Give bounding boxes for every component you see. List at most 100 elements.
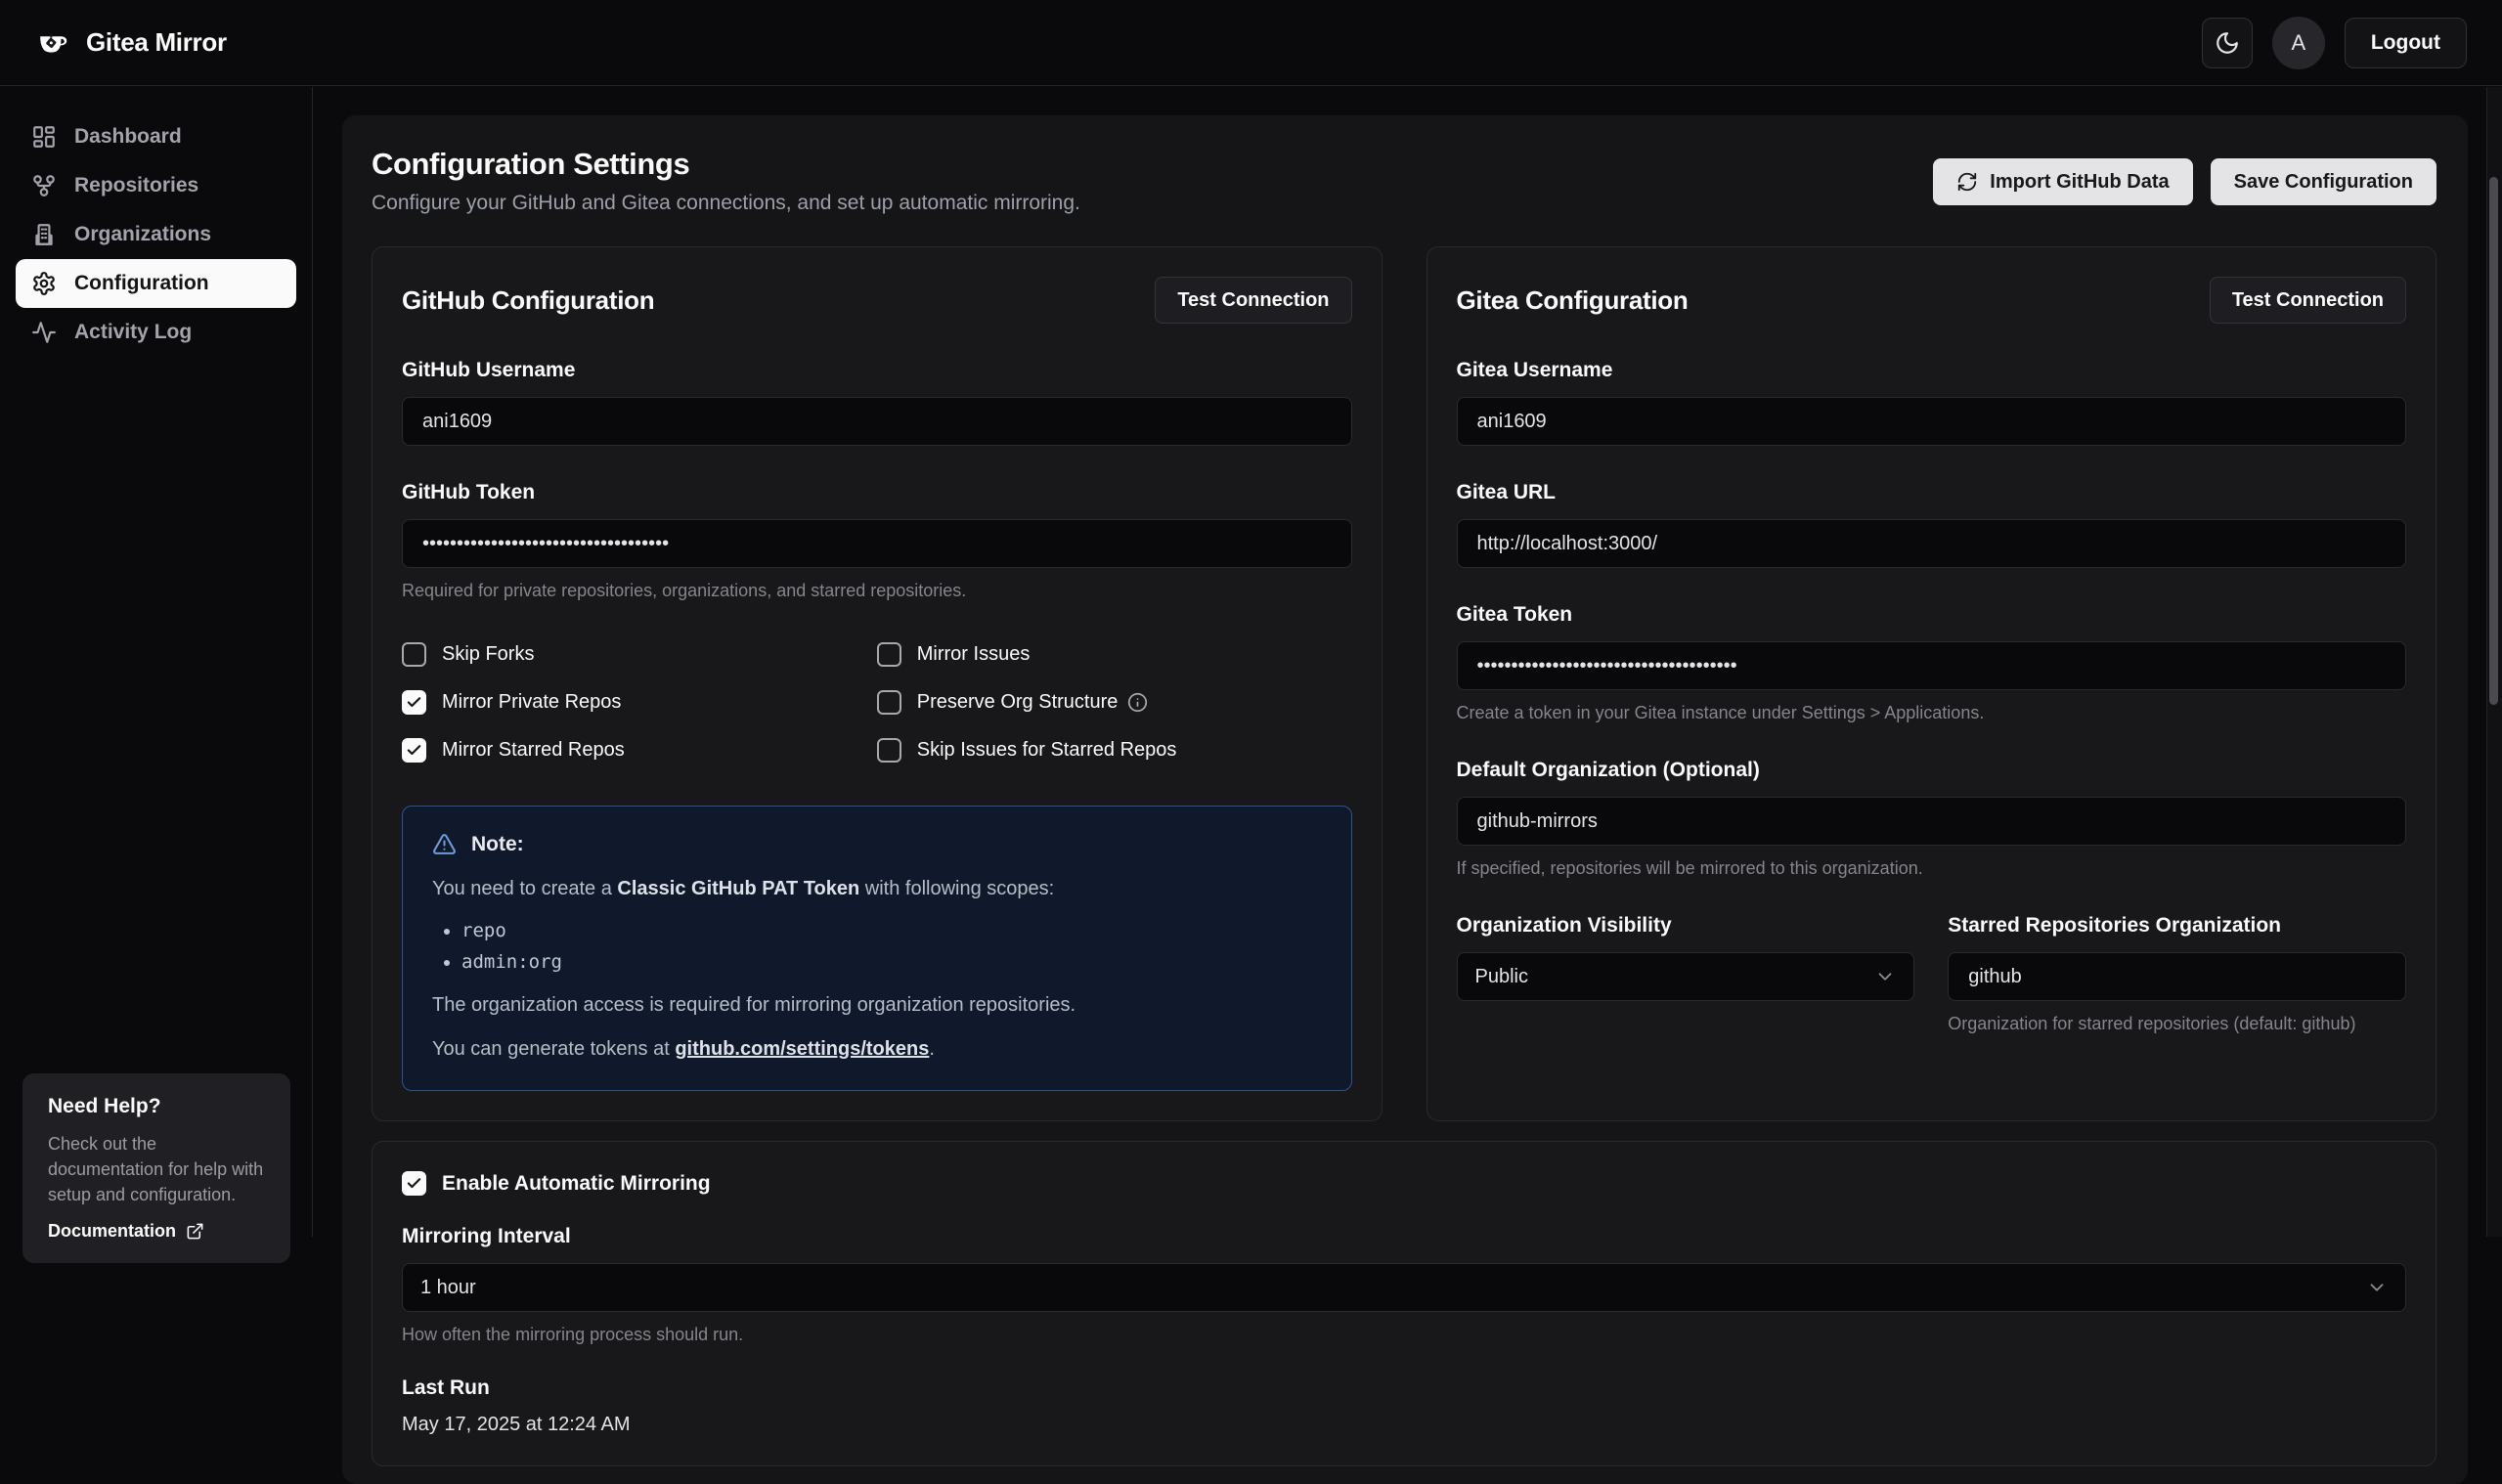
sidebar-item-dashboard[interactable]: Dashboard: [16, 112, 296, 161]
checkbox-unchecked-icon: [402, 642, 426, 667]
starred-org-input[interactable]: [1948, 952, 2406, 1001]
dashboard-icon: [31, 124, 57, 150]
chevron-down-icon: [2366, 1277, 2388, 1298]
gitea-configuration-card: Gitea Configuration Test Connection Gite…: [1427, 246, 2437, 1121]
sidebar-nav: Dashboard Repositories Organizations Con…: [0, 87, 313, 1237]
user-avatar[interactable]: A: [2272, 17, 2325, 69]
checkbox-mirror-starred-repos[interactable]: Mirror Starred Repos: [402, 738, 877, 763]
page-subtitle: Configure your GitHub and Gitea connecti…: [372, 192, 1080, 215]
default-org-helper: If specified, repositories will be mirro…: [1457, 858, 2407, 879]
sidebar-item-label: Activity Log: [74, 321, 192, 344]
sidebar-item-label: Repositories: [74, 174, 198, 197]
checkbox-checked-icon: [402, 1171, 426, 1196]
mirroring-interval-helper: How often the mirroring process should r…: [402, 1325, 2406, 1345]
sidebar-item-configuration[interactable]: Configuration: [16, 259, 296, 308]
sidebar-item-activity-log[interactable]: Activity Log: [16, 308, 296, 357]
external-link-icon: [186, 1222, 204, 1241]
github-token-label: GitHub Token: [402, 481, 1352, 504]
checkbox-preserve-org-structure[interactable]: Preserve Org Structure: [877, 690, 1352, 715]
starred-org-label: Starred Repositories Organization: [1948, 914, 2406, 938]
brand: Gitea Mirror: [35, 25, 227, 61]
documentation-link[interactable]: Documentation: [48, 1221, 265, 1242]
need-help-card: Need Help? Check out the documentation f…: [22, 1073, 290, 1263]
checkbox-unchecked-icon: [877, 642, 901, 667]
sidebar-item-label: Configuration: [74, 272, 209, 295]
building-icon: [31, 222, 57, 247]
github-configuration-card: GitHub Configuration Test Connection Git…: [372, 246, 1383, 1121]
checkbox-checked-icon: [402, 738, 426, 763]
github-test-connection-button[interactable]: Test Connection: [1155, 277, 1351, 324]
activity-icon: [31, 320, 57, 345]
sidebar-item-label: Organizations: [74, 223, 211, 246]
gitea-username-label: Gitea Username: [1457, 359, 2407, 382]
note-line1: You need to create a Classic GitHub PAT …: [432, 878, 1322, 900]
gitea-url-label: Gitea URL: [1457, 481, 2407, 504]
page-title: Configuration Settings: [372, 147, 1080, 182]
checkbox-mirror-issues[interactable]: Mirror Issues: [877, 642, 1352, 667]
alert-triangle-icon: [432, 832, 457, 856]
sidebar-item-organizations[interactable]: Organizations: [16, 210, 296, 259]
gitea-test-connection-button[interactable]: Test Connection: [2210, 277, 2406, 324]
tokens-settings-link[interactable]: github.com/settings/tokens: [675, 1038, 929, 1060]
default-org-input[interactable]: [1457, 797, 2407, 846]
mirroring-interval-value: 1 hour: [420, 1277, 476, 1299]
checkbox-label: Preserve Org Structure: [917, 691, 1119, 714]
theme-toggle-button[interactable]: [2202, 18, 2253, 68]
documentation-link-label: Documentation: [48, 1221, 176, 1242]
app-title: Gitea Mirror: [86, 27, 227, 58]
chevron-down-icon: [1874, 966, 1896, 987]
refresh-icon: [1956, 171, 1978, 193]
import-github-data-button[interactable]: Import GitHub Data: [1933, 158, 2192, 205]
gitea-card-title: Gitea Configuration: [1457, 285, 1689, 316]
github-username-input[interactable]: [402, 397, 1352, 446]
last-run-value: May 17, 2025 at 12:24 AM: [402, 1414, 2406, 1436]
help-title: Need Help?: [48, 1095, 265, 1118]
mirroring-interval-label: Mirroring Interval: [402, 1225, 2406, 1248]
checkbox-skip-issues-starred[interactable]: Skip Issues for Starred Repos: [877, 738, 1352, 763]
github-token-input[interactable]: [402, 519, 1352, 568]
github-username-label: GitHub Username: [402, 359, 1352, 382]
org-visibility-label: Organization Visibility: [1457, 914, 1915, 938]
info-icon[interactable]: [1127, 692, 1148, 713]
sidebar-item-repositories[interactable]: Repositories: [16, 161, 296, 210]
org-visibility-select[interactable]: Public: [1457, 952, 1915, 1001]
note-title: Note:: [471, 833, 524, 856]
default-org-label: Default Organization (Optional): [1457, 759, 2407, 782]
gitea-token-input[interactable]: [1457, 641, 2407, 690]
main-content: Configuration Settings Configure your Gi…: [342, 115, 2468, 1484]
scope-item: admin:org: [461, 951, 1322, 973]
checkbox-skip-forks[interactable]: Skip Forks: [402, 642, 877, 667]
mirroring-interval-select[interactable]: 1 hour: [402, 1263, 2406, 1312]
gitea-username-input[interactable]: [1457, 397, 2407, 446]
moon-icon: [2215, 30, 2240, 56]
automatic-mirroring-card: Enable Automatic Mirroring Mirroring Int…: [372, 1141, 2436, 1466]
gitea-cup-logo-icon: [35, 25, 70, 61]
github-card-title: GitHub Configuration: [402, 285, 654, 316]
logout-button[interactable]: Logout: [2345, 18, 2467, 68]
top-navbar: Gitea Mirror A Logout: [0, 0, 2502, 86]
sidebar-item-label: Dashboard: [74, 125, 182, 149]
checkbox-mirror-private-repos[interactable]: Mirror Private Repos: [402, 690, 877, 715]
note-line2: The organization access is required for …: [432, 994, 1322, 1017]
scope-item: repo: [461, 920, 1322, 941]
enable-automatic-mirroring-checkbox[interactable]: Enable Automatic Mirroring: [402, 1171, 2406, 1196]
import-button-label: Import GitHub Data: [1990, 171, 2169, 194]
pat-token-note: Note: You need to create a Classic GitHu…: [402, 806, 1352, 1091]
starred-org-helper: Organization for starred repositories (d…: [1948, 1014, 2406, 1034]
gitea-token-helper: Create a token in your Gitea instance un…: [1457, 703, 2407, 723]
note-line3: You can generate tokens at github.com/se…: [432, 1038, 1322, 1061]
gitea-url-input[interactable]: [1457, 519, 2407, 568]
scrollbar-thumb[interactable]: [2489, 177, 2498, 705]
git-fork-icon: [31, 173, 57, 198]
gear-icon: [31, 271, 57, 296]
scrollbar-track[interactable]: [2486, 87, 2502, 1237]
github-token-helper: Required for private repositories, organ…: [402, 581, 1352, 601]
save-configuration-button[interactable]: Save Configuration: [2211, 158, 2436, 205]
scope-list: repo admin:org: [461, 920, 1322, 973]
last-run-label: Last Run: [402, 1376, 2406, 1400]
help-text: Check out the documentation for help wit…: [48, 1131, 265, 1207]
checkbox-unchecked-icon: [877, 690, 901, 715]
checkbox-unchecked-icon: [877, 738, 901, 763]
gitea-token-label: Gitea Token: [1457, 603, 2407, 627]
checkbox-checked-icon: [402, 690, 426, 715]
